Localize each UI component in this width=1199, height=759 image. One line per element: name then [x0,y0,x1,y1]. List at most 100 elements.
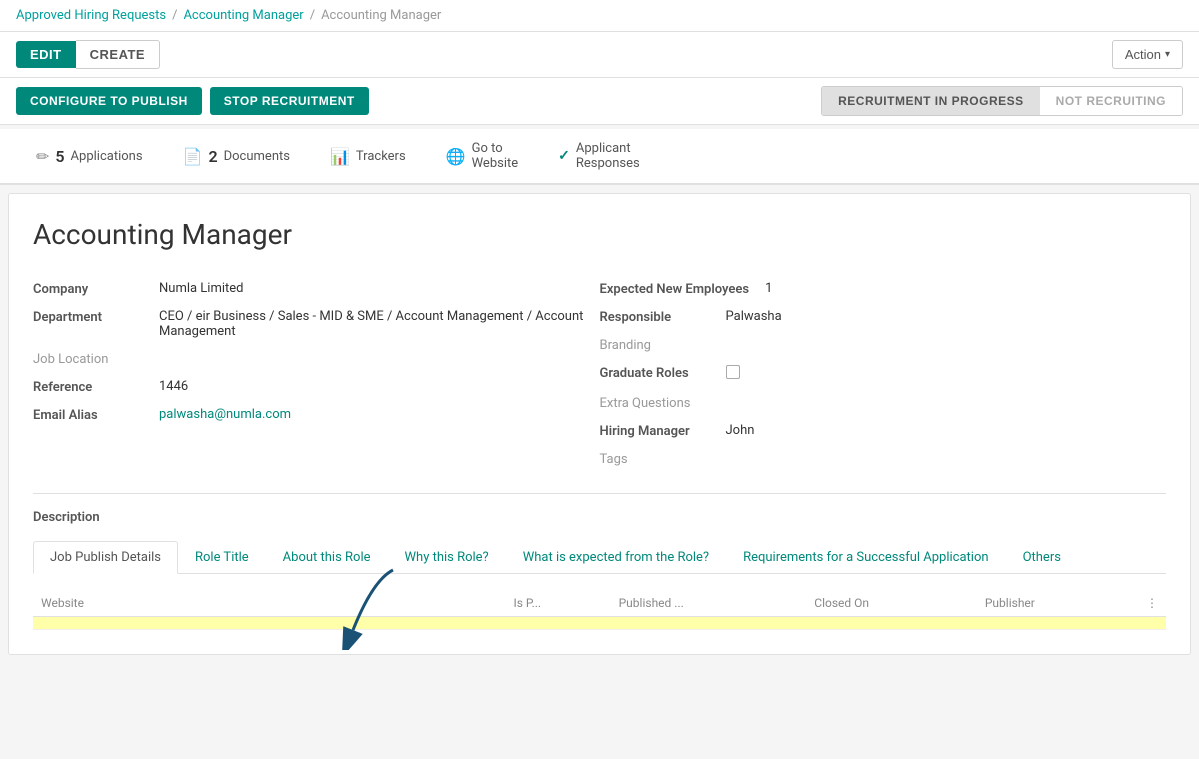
responsible-value: Palwasha [726,309,1167,324]
website-section: Website Is P... Published ... Closed On … [33,590,1166,630]
department-value: CEO / eir Business / Sales - MID & SME /… [159,309,600,339]
tab-trackers[interactable]: 📊 Trackers [310,129,426,185]
document-icon: 📄 [183,147,203,166]
breadcrumb: Approved Hiring Requests / Accounting Ma… [0,0,1199,32]
create-button[interactable]: CREATE [76,40,160,69]
graduate-roles-checkbox[interactable] [726,365,1167,383]
table-header-row: Website Is P... Published ... Closed On … [33,590,1166,617]
company-label: Company [33,281,143,297]
field-company: Company Numla Limited [33,275,600,303]
field-extra-questions: Extra Questions [600,389,1167,417]
responsible-label: Responsible [600,309,710,325]
checkbox-empty[interactable] [726,365,740,379]
col-kebab: ⋮ [1136,590,1166,617]
department-label: Department [33,309,143,325]
cell-empty [467,617,506,630]
field-email-alias: Email Alias palwasha@numla.com [33,401,600,429]
breadcrumb-sep-1: / [172,8,177,23]
action-arrow-icon: ▾ [1165,49,1170,60]
email-alias-label: Email Alias [33,407,143,423]
company-value: Numla Limited [159,281,600,296]
field-expected-employees: Expected New Employees 1 [600,275,1167,303]
col-website: Website [33,590,467,617]
col-closed: Closed On [806,590,977,617]
cell-is-p [505,617,610,630]
cell-publisher [977,617,1136,630]
expected-employees-label: Expected New Employees [600,281,750,297]
status-not-recruiting-button[interactable]: NOT RECRUITING [1040,87,1182,115]
tab-applicant-responses[interactable]: ✓ Applicant Responses [538,129,660,185]
action-label: Action [1125,47,1161,62]
tags-label: Tags [600,451,710,467]
description-section: Description [33,510,1166,525]
globe-icon: 🌐 [446,147,466,166]
tab-documents[interactable]: 📄 2 Documents [163,129,310,185]
fields-left: Company Numla Limited Department CEO / e… [33,275,600,473]
reference-label: Reference [33,379,143,395]
field-job-location: Job Location [33,345,600,373]
table-row[interactable] [33,617,1166,630]
breadcrumb-approved[interactable]: Approved Hiring Requests [16,8,166,23]
field-tags: Tags [600,445,1167,473]
checkmark-icon: ✓ [558,148,570,164]
breadcrumb-current: Accounting Manager [321,8,441,23]
status-bar: CONFIGURE TO PUBLISH STOP RECRUITMENT RE… [0,78,1199,125]
desc-tab-expected[interactable]: What is expected from the Role? [506,541,726,574]
action-button[interactable]: Action ▾ [1112,40,1183,69]
hiring-manager-value: John [726,423,1167,438]
cell-kebab [1136,617,1166,630]
website-label: Go to Website [472,141,519,171]
breadcrumb-sep-2: / [310,8,315,23]
applications-count: 5 [55,147,64,166]
edit-button[interactable]: EDIT [16,41,76,68]
cell-published [611,617,807,630]
applicant-responses-label: Applicant Responses [576,141,640,171]
recruitment-status-group: RECRUITMENT IN PROGRESS NOT RECRUITING [821,86,1183,116]
pencil-icon: ✏ [36,147,49,166]
cell-website [33,617,467,630]
breadcrumb-accounting-1[interactable]: Accounting Manager [183,8,303,23]
col-is-p: Is P... [505,590,610,617]
desc-tab-job-publish[interactable]: Job Publish Details [33,541,178,574]
col-publisher: Publisher [977,590,1136,617]
status-in-progress-button[interactable]: RECRUITMENT IN PROGRESS [822,87,1040,115]
desc-tab-about-role[interactable]: About this Role [266,541,388,574]
field-reference: Reference 1446 [33,373,600,401]
chart-icon: 📊 [330,147,350,166]
email-alias-value[interactable]: palwasha@numla.com [159,407,600,422]
fields-grid: Company Numla Limited Department CEO / e… [33,275,1166,473]
website-table: Website Is P... Published ... Closed On … [33,590,1166,630]
main-content: Accounting Manager Company Numla Limited… [8,193,1191,655]
desc-tab-others[interactable]: Others [1006,541,1078,574]
expected-employees-value: 1 [765,281,1166,296]
documents-count: 2 [208,147,217,166]
field-responsible: Responsible Palwasha [600,303,1167,331]
graduate-roles-label: Graduate Roles [600,365,710,381]
tab-website[interactable]: 🌐 Go to Website [426,129,538,185]
cell-closed [806,617,977,630]
documents-label: Documents [224,149,290,164]
trackers-label: Trackers [356,149,406,164]
applications-label: Applications [71,149,143,164]
reference-value: 1446 [159,379,600,394]
job-location-label: Job Location [33,351,143,367]
desc-tab-requirements[interactable]: Requirements for a Successful Applicatio… [726,541,1005,574]
tabs-row: ✏ 5 Applications 📄 2 Documents 📊 Tracker… [0,129,1199,185]
tab-applications[interactable]: ✏ 5 Applications [16,129,163,185]
record-title: Accounting Manager [33,218,1166,251]
configure-publish-button[interactable]: CONFIGURE TO PUBLISH [16,87,202,115]
col-empty [467,590,506,617]
field-hiring-manager: Hiring Manager John [600,417,1167,445]
field-branding: Branding [600,331,1167,359]
toolbar: EDIT CREATE Action ▾ [0,32,1199,78]
hiring-manager-label: Hiring Manager [600,423,710,439]
field-graduate-roles: Graduate Roles [600,359,1167,389]
col-published: Published ... [611,590,807,617]
desc-tab-why-role[interactable]: Why this Role? [388,541,506,574]
divider [33,493,1166,494]
extra-questions-label: Extra Questions [600,395,710,411]
desc-tab-role-title[interactable]: Role Title [178,541,266,574]
fields-right: Expected New Employees 1 Responsible Pal… [600,275,1167,473]
field-department: Department CEO / eir Business / Sales - … [33,303,600,345]
stop-recruitment-button[interactable]: STOP RECRUITMENT [210,87,369,115]
